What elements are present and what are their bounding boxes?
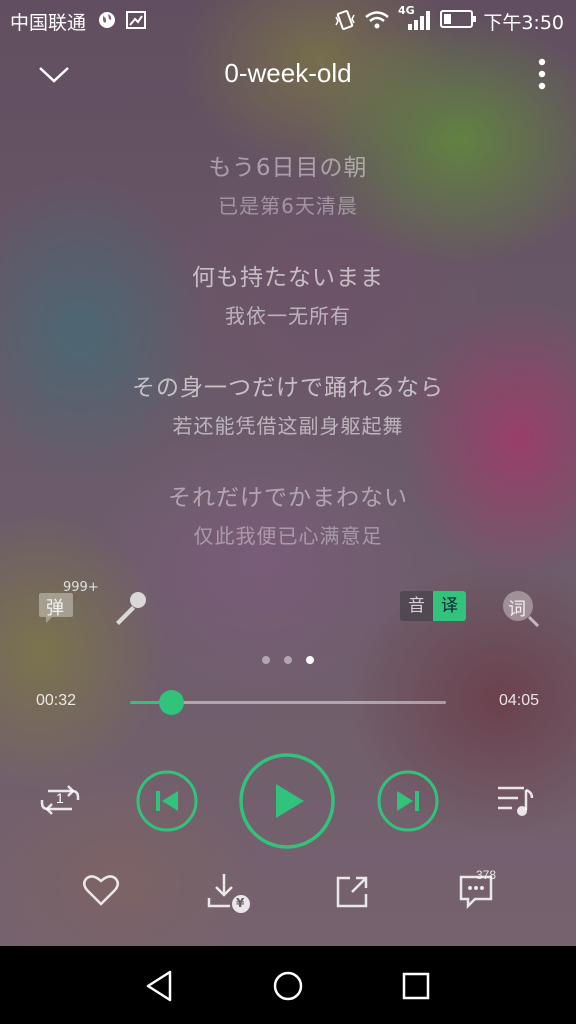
danmu-count: 999+ xyxy=(63,580,99,595)
microphone-icon[interactable] xyxy=(110,588,150,628)
song-title: 0-week-old xyxy=(224,58,352,88)
download-icon xyxy=(207,874,250,913)
lyric-translation: 已是第6天清晨 xyxy=(218,194,358,218)
image-icon xyxy=(126,11,146,29)
signal-icon xyxy=(408,11,430,30)
more-vertical-icon[interactable] xyxy=(530,56,554,92)
comments-count: 378 xyxy=(476,868,497,882)
playlist-icon[interactable] xyxy=(496,784,536,818)
play-icon[interactable] xyxy=(238,752,336,850)
carrier-name: 中国联通 xyxy=(10,12,87,34)
lyric-original: 何も持たないまま xyxy=(192,265,384,291)
page-dot[interactable] xyxy=(284,656,292,664)
battery-icon xyxy=(440,10,476,28)
home-icon[interactable] xyxy=(270,968,306,1004)
danmu-button[interactable]: 弹 xyxy=(38,591,74,623)
lyric-line: その身一つだけで踊れるなら 若还能凭借这副身躯起舞 xyxy=(0,368,576,439)
yi-toggle-option[interactable]: 译 xyxy=(433,591,466,621)
page-dot[interactable] xyxy=(262,656,270,664)
page-dot-active[interactable] xyxy=(306,656,314,664)
elapsed-time: 00:32 xyxy=(36,692,77,709)
lyric-original: それだけでかまわない xyxy=(168,485,408,511)
seek-thumb[interactable] xyxy=(159,690,185,715)
download-button[interactable]: ¥ xyxy=(206,872,252,914)
recent-apps-icon[interactable] xyxy=(398,968,434,1004)
next-track-icon[interactable] xyxy=(377,770,439,832)
lyric-line: もう6日目の朝 已是第6天清晨 xyxy=(0,148,576,219)
lyric-original: その身一つだけで踊れるなら xyxy=(132,375,444,401)
system-navigation-bar xyxy=(0,946,576,1024)
lyric-original: もう6日目の朝 xyxy=(208,155,368,181)
total-time: 04:05 xyxy=(499,692,540,709)
lyric-translation: 我依一无所有 xyxy=(225,304,351,328)
lyric-search-button[interactable]: 词 xyxy=(500,588,542,630)
status-bar: 中国联通 4G 下午3:50 xyxy=(0,0,576,40)
comments-button[interactable]: 378 xyxy=(458,868,508,912)
yin-yi-toggle[interactable]: 音 译 xyxy=(400,591,466,621)
lyric-line: 何も持たないまま 我依一无所有 xyxy=(0,258,576,329)
download-price-badge: ¥ xyxy=(236,896,245,910)
yin-toggle-option[interactable]: 音 xyxy=(400,591,433,621)
lyric-translation: 若还能凭借这副身躯起舞 xyxy=(172,414,404,438)
page-indicator xyxy=(0,656,576,664)
lyric-translation: 仅此我便已心满意足 xyxy=(193,524,383,548)
lyric-line: それだけでかまわない 仅此我便已心满意足 xyxy=(0,478,576,549)
wifi-icon xyxy=(365,11,389,29)
heart-icon[interactable] xyxy=(82,873,120,907)
danmu-label: 弹 xyxy=(46,598,64,619)
back-icon[interactable] xyxy=(142,968,178,1004)
share-icon[interactable] xyxy=(334,874,370,910)
globe-icon xyxy=(99,12,115,28)
repeat-one-badge: 1 xyxy=(56,790,64,806)
previous-track-icon[interactable] xyxy=(136,770,198,832)
vibrate-icon xyxy=(335,10,355,30)
status-clock: 下午3:50 xyxy=(483,12,564,34)
seek-bar[interactable] xyxy=(130,690,446,715)
ci-label: 词 xyxy=(508,599,526,620)
